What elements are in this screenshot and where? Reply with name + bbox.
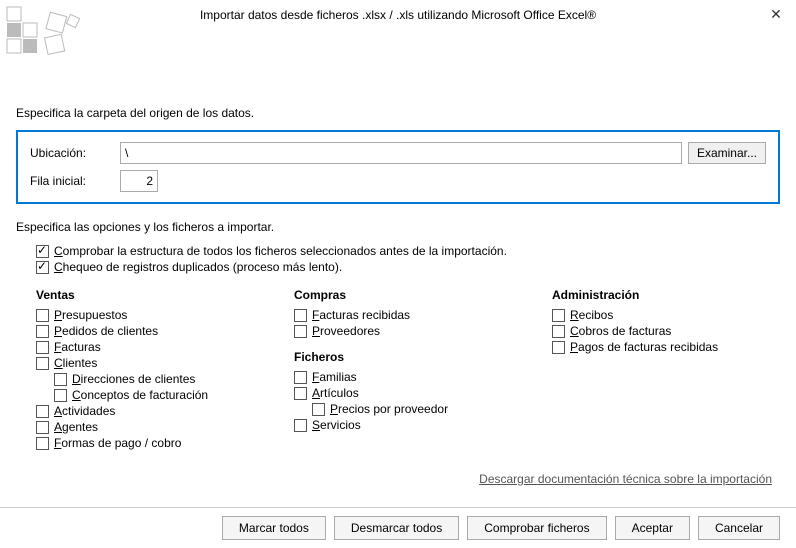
precios-proveedor-label[interactable]: Precios por proveedor <box>330 402 448 416</box>
title-bar: Importar datos desde ficheros .xlsx / .x… <box>0 0 796 30</box>
col-ficheros-title: Ficheros <box>294 350 522 364</box>
articulos-label[interactable]: Artículos <box>312 386 359 400</box>
presupuestos-checkbox[interactable] <box>36 309 49 322</box>
close-button[interactable]: ✕ <box>766 5 786 25</box>
window-title: Importar datos desde ficheros .xlsx / .x… <box>200 8 596 22</box>
conceptos-facturacion-checkbox[interactable] <box>54 389 67 402</box>
articulos-checkbox[interactable] <box>294 387 307 400</box>
pedidos-clientes-checkbox[interactable] <box>36 325 49 338</box>
mark-all-button[interactable]: Marcar todos <box>222 516 326 540</box>
proveedores-label[interactable]: Proveedores <box>312 324 380 338</box>
check-files-button[interactable]: Comprobar ficheros <box>467 516 606 540</box>
conceptos-facturacion-label[interactable]: Conceptos de facturación <box>72 388 208 402</box>
initial-row-input[interactable] <box>120 170 158 192</box>
familias-label[interactable]: Familias <box>312 370 357 384</box>
agentes-label[interactable]: Agentes <box>54 420 98 434</box>
precios-proveedor-checkbox[interactable] <box>312 403 325 416</box>
formas-pago-checkbox[interactable] <box>36 437 49 450</box>
recibos-checkbox[interactable] <box>552 309 565 322</box>
clientes-label[interactable]: Clientes <box>54 356 97 370</box>
presupuestos-label[interactable]: Presupuestos <box>54 308 127 322</box>
facturas-recibidas-checkbox[interactable] <box>294 309 307 322</box>
options-section-label: Especifica las opciones y los ficheros a… <box>16 220 780 234</box>
source-box: Ubicación: Examinar... Fila inicial: <box>16 130 780 204</box>
check-structure-label[interactable]: Comprobar la estructura de todos los fic… <box>54 244 507 258</box>
col-compras-ficheros: Compras Facturas recibidas Proveedores F… <box>294 288 522 452</box>
pedidos-clientes-label[interactable]: Pedidos de clientes <box>54 324 158 338</box>
recibos-label[interactable]: Recibos <box>570 308 613 322</box>
col-ventas-title: Ventas <box>36 288 264 302</box>
col-admin: Administración Recibos Cobros de factura… <box>552 288 780 452</box>
documentation-link[interactable]: Descargar documentación técnica sobre la… <box>479 472 772 486</box>
proveedores-checkbox[interactable] <box>294 325 307 338</box>
pagos-facturas-recibidas-label[interactable]: Pagos de facturas recibidas <box>570 340 718 354</box>
check-duplicates-checkbox[interactable] <box>36 261 49 274</box>
browse-button[interactable]: Examinar... <box>688 142 766 164</box>
initial-row-label: Fila inicial: <box>30 174 120 188</box>
col-ventas: Ventas Presupuestos Pedidos de clientes … <box>36 288 264 452</box>
servicios-label[interactable]: Servicios <box>312 418 361 432</box>
clientes-checkbox[interactable] <box>36 357 49 370</box>
direcciones-clientes-label[interactable]: Direcciones de clientes <box>72 372 195 386</box>
col-admin-title: Administración <box>552 288 780 302</box>
facturas-recibidas-label[interactable]: Facturas recibidas <box>312 308 410 322</box>
check-structure-checkbox[interactable] <box>36 245 49 258</box>
actividades-label[interactable]: Actividades <box>54 404 115 418</box>
servicios-checkbox[interactable] <box>294 419 307 432</box>
cancel-button[interactable]: Cancelar <box>698 516 780 540</box>
accept-button[interactable]: Aceptar <box>615 516 690 540</box>
col-compras-title: Compras <box>294 288 522 302</box>
location-label: Ubicación: <box>30 146 120 160</box>
cobros-facturas-label[interactable]: Cobros de facturas <box>570 324 671 338</box>
familias-checkbox[interactable] <box>294 371 307 384</box>
actividades-checkbox[interactable] <box>36 405 49 418</box>
formas-pago-label[interactable]: Formas de pago / cobro <box>54 436 181 450</box>
source-section-label: Especifica la carpeta del origen de los … <box>16 106 780 120</box>
agentes-checkbox[interactable] <box>36 421 49 434</box>
check-duplicates-label[interactable]: Chequeo de registros duplicados (proceso… <box>54 260 342 274</box>
unmark-all-button[interactable]: Desmarcar todos <box>334 516 459 540</box>
cobros-facturas-checkbox[interactable] <box>552 325 565 338</box>
direcciones-clientes-checkbox[interactable] <box>54 373 67 386</box>
button-bar: Marcar todos Desmarcar todos Comprobar f… <box>0 507 796 548</box>
facturas-checkbox[interactable] <box>36 341 49 354</box>
pagos-facturas-recibidas-checkbox[interactable] <box>552 341 565 354</box>
location-input[interactable] <box>120 142 682 164</box>
facturas-label[interactable]: Facturas <box>54 340 101 354</box>
